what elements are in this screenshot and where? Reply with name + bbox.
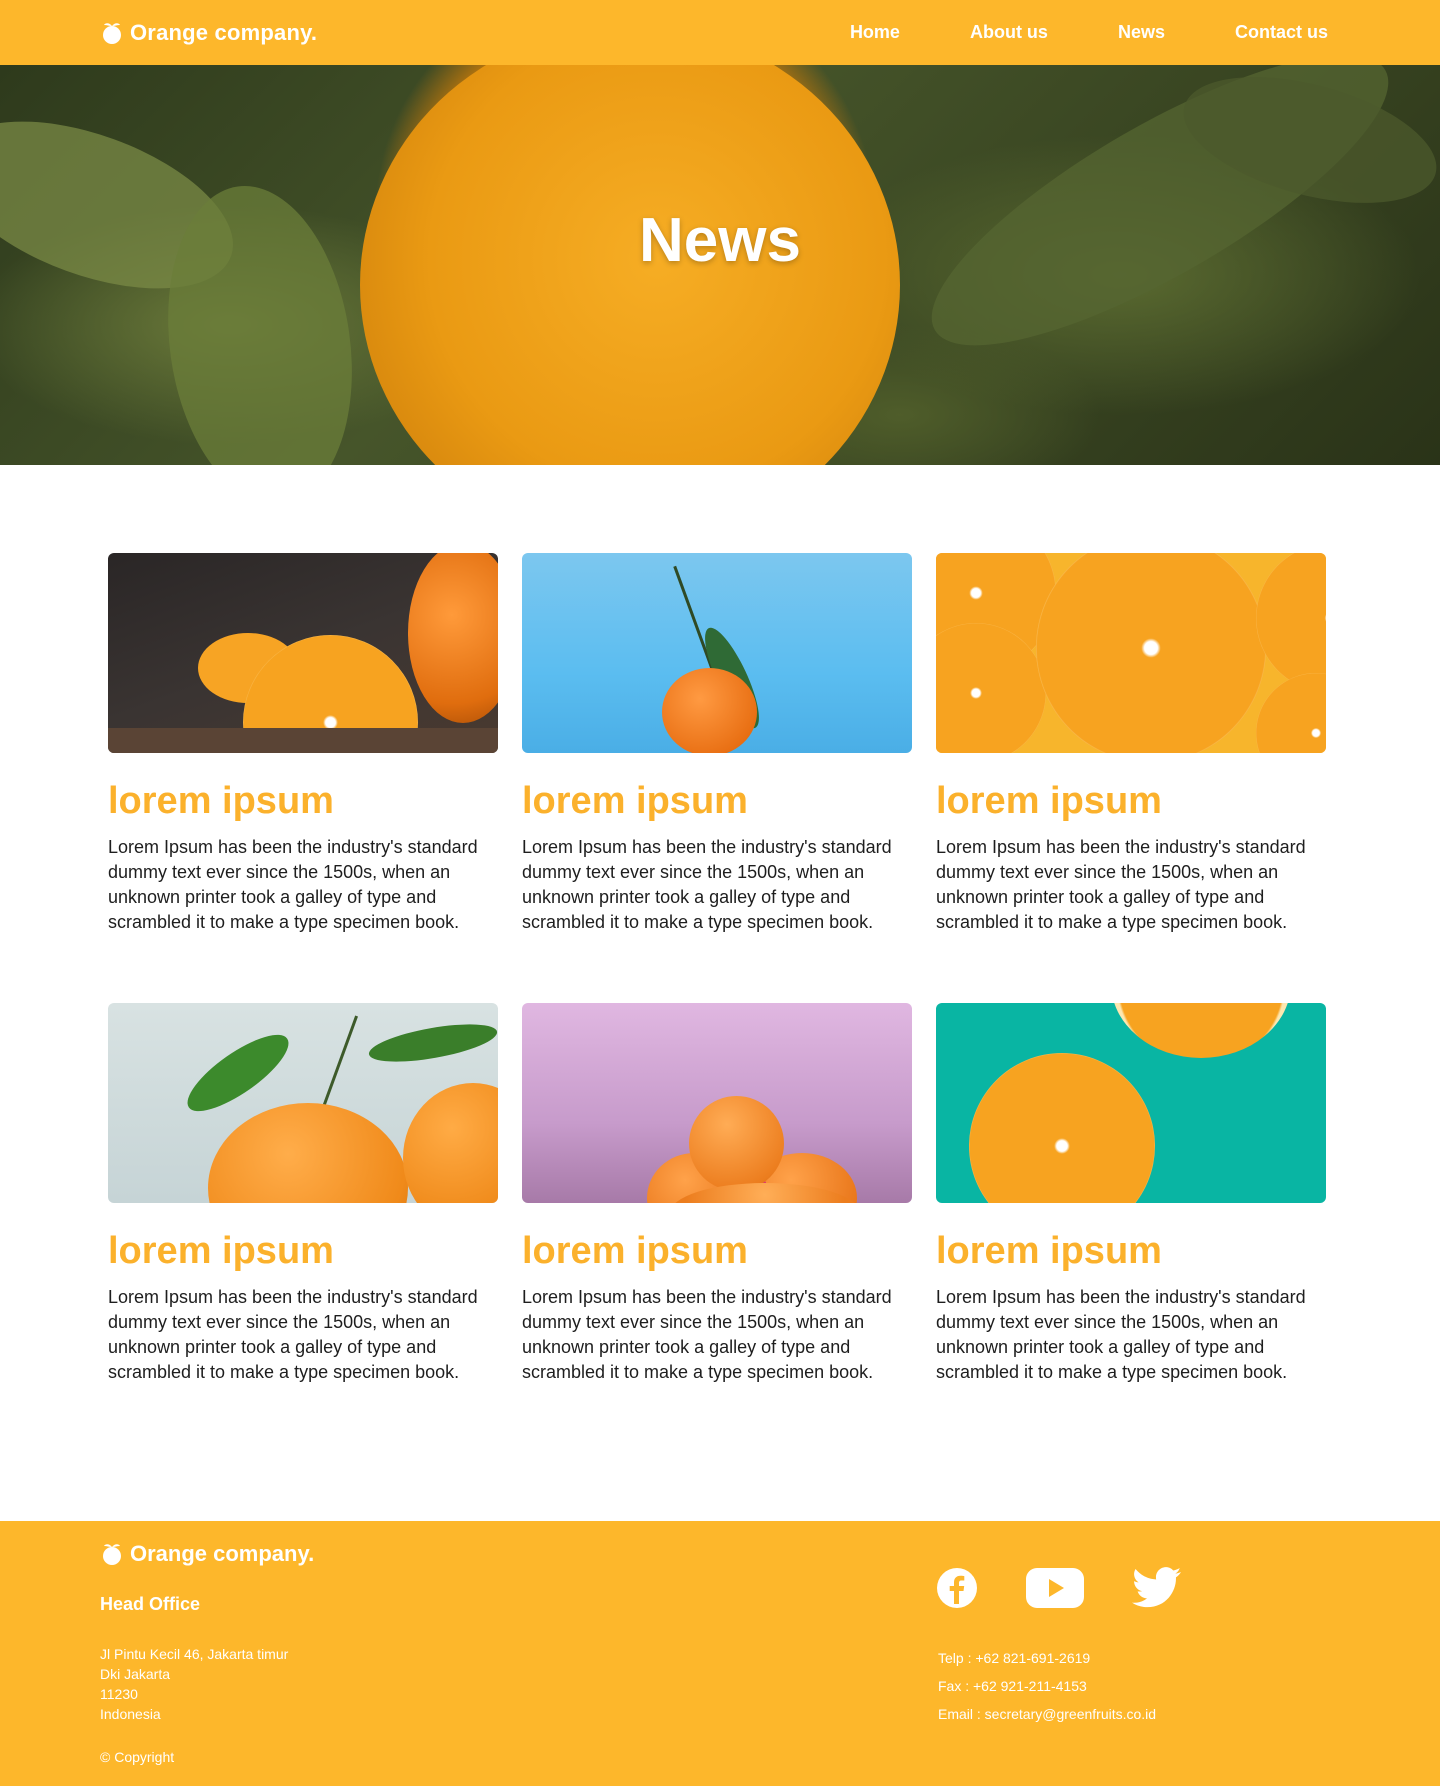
news-card-text: Lorem Ipsum has been the industry's stan… xyxy=(522,837,892,932)
news-card-text: Lorem Ipsum has been the industry's stan… xyxy=(936,837,1306,932)
news-card[interactable]: lorem ipsum Lorem Ipsum has been the ind… xyxy=(522,1003,912,1413)
news-card-title: lorem ipsum xyxy=(522,780,748,822)
telephone: Telp : +62 821-691-2619 xyxy=(938,1650,1091,1666)
news-card-text: Lorem Ipsum has been the industry's stan… xyxy=(108,837,478,932)
footer-brand[interactable]: Orange company. xyxy=(100,1541,314,1567)
news-card[interactable]: lorem ipsum Lorem Ipsum has been the ind… xyxy=(108,1003,498,1413)
news-card[interactable]: lorem ipsum Lorem Ipsum has been the ind… xyxy=(936,553,1326,963)
hero-banner: News xyxy=(0,65,1440,465)
contact-info: Telp : +62 821-691-2619 Fax : +62 921-21… xyxy=(938,1644,1156,1728)
nav-about-us[interactable]: About us xyxy=(970,22,1048,43)
news-card-image xyxy=(108,553,498,753)
youtube-icon[interactable] xyxy=(1026,1567,1084,1609)
news-card-title: lorem ipsum xyxy=(108,1230,334,1272)
copyright: © Copyright xyxy=(100,1749,175,1765)
orange-logo-icon xyxy=(103,1544,121,1565)
hero-title: News xyxy=(639,205,801,275)
news-card[interactable]: lorem ipsum Lorem Ipsum has been the ind… xyxy=(936,1003,1326,1413)
news-grid: lorem ipsum Lorem Ipsum has been the ind… xyxy=(108,553,1326,1413)
office-address: Jl Pintu Kecil 46, Jakarta timur Dki Jak… xyxy=(100,1644,288,1724)
news-card-title: lorem ipsum xyxy=(522,1230,748,1272)
email[interactable]: Email : secretary@greenfruits.co.id xyxy=(938,1700,1156,1728)
news-card-text: Lorem Ipsum has been the industry's stan… xyxy=(936,1287,1306,1382)
news-card-image xyxy=(936,1003,1326,1203)
nav-home[interactable]: Home xyxy=(850,22,900,43)
footer-brand-name: Orange company. xyxy=(130,1541,315,1566)
address-line: Indonesia xyxy=(100,1706,161,1722)
news-card[interactable]: lorem ipsum Lorem Ipsum has been the ind… xyxy=(108,553,498,963)
news-card-image xyxy=(936,553,1326,753)
nav-contact-us[interactable]: Contact us xyxy=(1235,22,1328,43)
news-card-image xyxy=(108,1003,498,1203)
brand-name: Orange company. xyxy=(130,19,318,45)
news-card-image xyxy=(522,1003,912,1203)
news-card-title: lorem ipsum xyxy=(936,780,1162,822)
news-card-title: lorem ipsum xyxy=(936,1230,1162,1272)
nav-news[interactable]: News xyxy=(1118,22,1165,43)
brand-logo[interactable]: Orange company. xyxy=(100,0,317,65)
address-line: 11230 xyxy=(100,1686,138,1702)
head-office-heading: Head Office xyxy=(100,1594,201,1614)
news-card-text: Lorem Ipsum has been the industry's stan… xyxy=(108,1287,478,1382)
address-line: Dki Jakarta xyxy=(100,1666,171,1682)
top-navbar: Orange company. Home About us News Conta… xyxy=(0,0,1440,65)
fax: Fax : +62 921-211-4153 xyxy=(938,1678,1087,1694)
main-nav: Home About us News Contact us xyxy=(850,0,1328,65)
social-links xyxy=(936,1567,1182,1609)
news-card-image xyxy=(522,553,912,753)
facebook-icon[interactable] xyxy=(936,1567,978,1609)
orange-logo-icon xyxy=(103,22,121,44)
address-line: Jl Pintu Kecil 46, Jakarta timur xyxy=(100,1646,289,1662)
news-card[interactable]: lorem ipsum Lorem Ipsum has been the ind… xyxy=(522,553,912,963)
twitter-icon[interactable] xyxy=(1132,1567,1182,1609)
news-card-text: Lorem Ipsum has been the industry's stan… xyxy=(522,1287,892,1382)
footer: Orange company. Head Office Jl Pintu Kec… xyxy=(0,1521,1440,1786)
news-card-title: lorem ipsum xyxy=(108,780,334,822)
